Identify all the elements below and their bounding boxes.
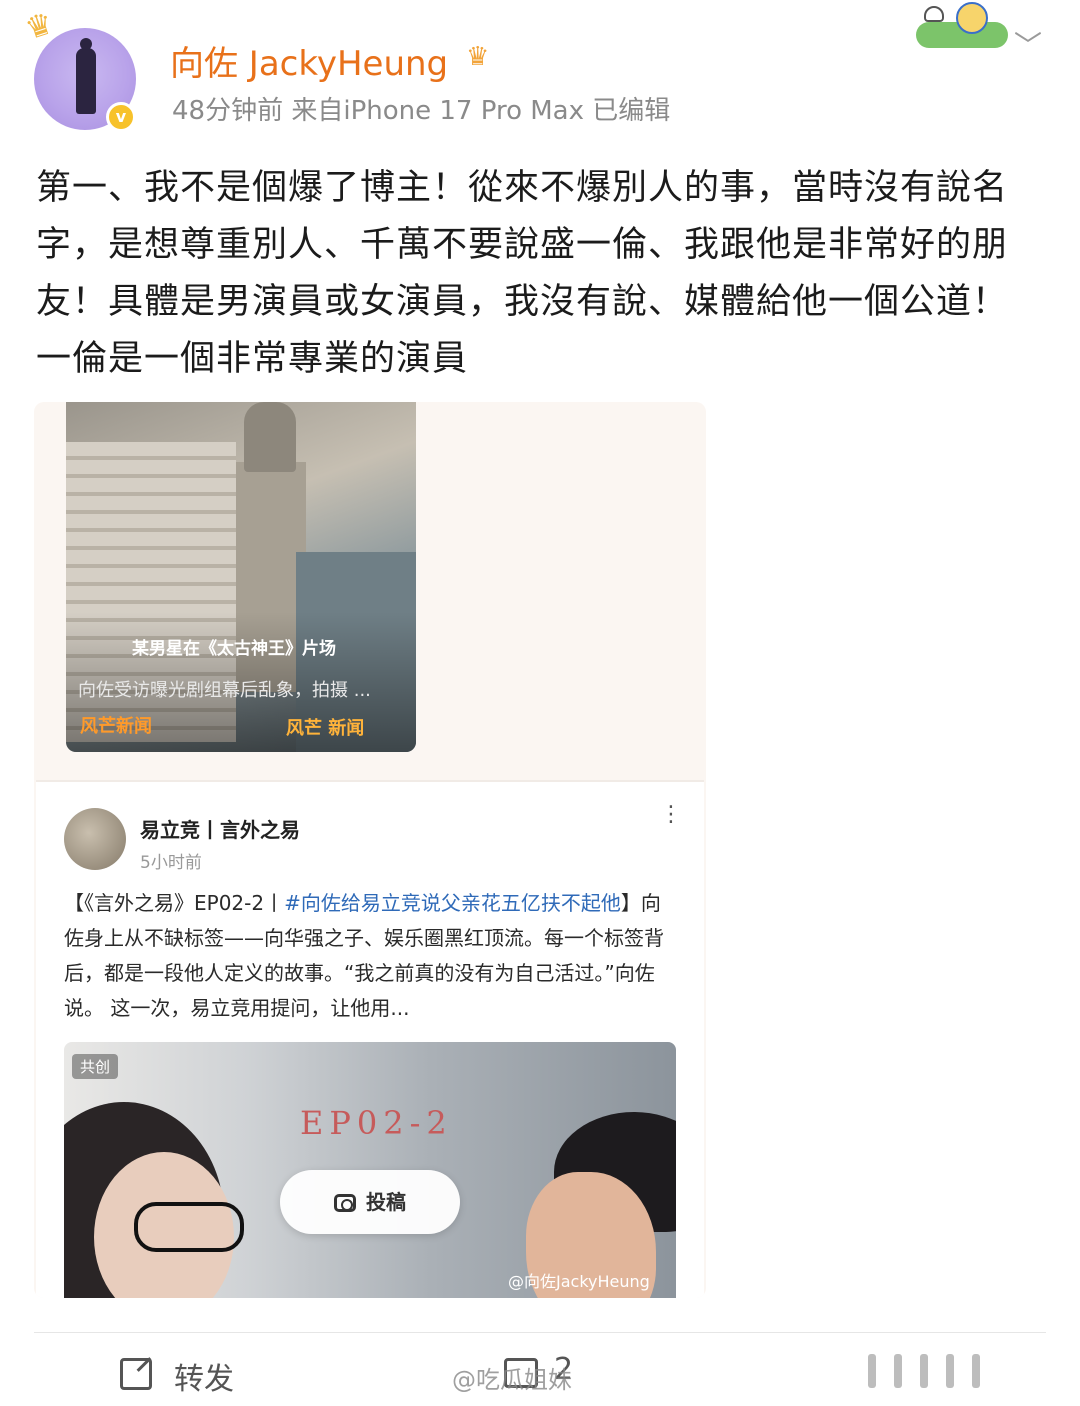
episode-title: EP02-2 (300, 1104, 453, 1142)
vip-crown-icon: ♛ (466, 42, 490, 72)
submit-label: 投稿 (366, 1190, 406, 1214)
thumb-statue (244, 402, 296, 472)
sticker-character (956, 2, 988, 34)
card-text-prefix: 【《言外之易》EP02-2丨 (64, 891, 285, 915)
card-time: 5小时前 (140, 853, 202, 873)
footer-watermark: @吃瓜姐妹 (452, 1366, 572, 1394)
sticker-ghost (924, 6, 944, 22)
post-text: 第一、我不是個爆了博主！從來不爆別人的事，當時沒有說名字，是想尊重別人、千萬不要… (36, 168, 1009, 379)
crown-icon: ♛ (21, 5, 58, 48)
card-hashtag[interactable]: #向佐给易立竞说父亲花五亿扶不起他 (284, 891, 621, 915)
video-title: 某男星在《太古神王》片场 (132, 639, 336, 659)
glasses (134, 1202, 244, 1252)
chevron-down-icon[interactable]: ﹀ (1014, 32, 1044, 60)
camera-icon (334, 1194, 356, 1212)
card-image[interactable]: 共创 EP02-2 投稿 @向佐JackyHeung (64, 1042, 676, 1298)
card-avatar[interactable] (64, 808, 126, 870)
embedded-post-card[interactable]: 易立竞丨言外之易 5小时前 ⋮ 【《言外之易》EP02-2丨#向佐给易立竞说父亲… (36, 780, 704, 1298)
video-thumbnail[interactable]: 某男星在《太古神王》片场 向佐受访曝光剧组幕后乱象，拍摄 ... 风芒新闻 风芒… (66, 402, 416, 752)
post-image[interactable]: 某男星在《太古神王》片场 向佐受访曝光剧组幕后乱象，拍摄 ... 风芒新闻 风芒… (34, 402, 706, 1298)
repost-icon (120, 1358, 152, 1390)
verified-icon: v (106, 102, 136, 132)
repost-label: 转发 (174, 1362, 234, 1397)
footer-divider (34, 1332, 1046, 1333)
news-logo-right: 风芒 新闻 (286, 718, 365, 739)
sticker-decoration (916, 0, 1008, 52)
user-name[interactable]: 向佐 JackyHeung (170, 36, 448, 85)
image-watermark: @向佐JackyHeung (508, 1272, 650, 1291)
news-logo-left: 风芒新闻 (80, 716, 152, 737)
video-subtitle: 向佐受访曝光剧组幕后乱象，拍摄 ... (78, 680, 371, 701)
like-icon[interactable] (868, 1354, 1044, 1390)
submit-button[interactable]: 投稿 (280, 1170, 460, 1234)
card-text: 【《言外之易》EP02-2丨#向佐给易立竞说父亲花五亿扶不起他】向佐身上从不缺标… (64, 886, 674, 1026)
card-author[interactable]: 易立竞丨言外之易 (140, 814, 300, 843)
co-create-badge: 共创 (72, 1054, 119, 1079)
user-avatar[interactable]: ♛ v (21, 6, 140, 132)
more-icon[interactable]: ⋮ (660, 804, 682, 826)
post-meta: 48分钟前 来自iPhone 17 Pro Max 已编辑 (172, 96, 671, 126)
avatar-figure (76, 38, 96, 114)
